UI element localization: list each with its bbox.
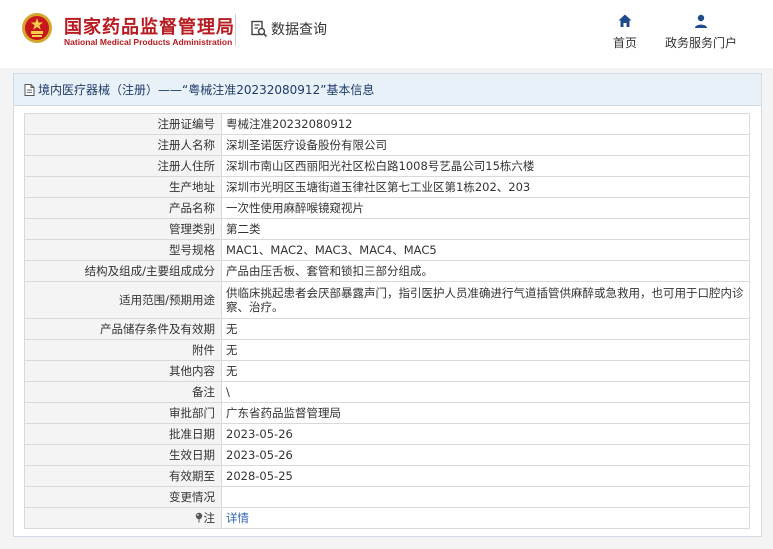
field-label: 结构及组成/主要组成成分 <box>24 260 222 282</box>
table-row: 批准日期 2023-05-26 <box>24 423 750 445</box>
table-row: 备注 \ <box>24 381 750 403</box>
field-value: \ <box>221 381 750 403</box>
table-row: 审批部门 广东省药品监督管理局 <box>24 402 750 424</box>
field-value: 无 <box>221 318 750 340</box>
field-value: 深圳市光明区玉塘街道玉律社区第七工业区第1栋202、203 <box>221 176 750 198</box>
document-search-icon <box>251 20 268 38</box>
table-row: 生产地址 深圳市光明区玉塘街道玉律社区第七工业区第1栋202、203 <box>24 176 750 198</box>
field-label: 产品储存条件及有效期 <box>24 318 222 340</box>
detail-panel: 境内医疗器械（注册）——“粤械注准20232080912”基本信息 注册证编号 … <box>13 73 762 537</box>
table-row: 型号规格 MAC1、MAC2、MAC3、MAC4、MAC5 <box>24 239 750 261</box>
nav-home[interactable]: 首页 <box>606 13 644 51</box>
note-value-cell: 详情 <box>221 507 750 529</box>
table-row: 产品名称 一次性使用麻醉喉镜窥视片 <box>24 197 750 219</box>
note-key: 注 <box>194 510 216 526</box>
table-row: 产品储存条件及有效期 无 <box>24 318 750 340</box>
field-value: 2028-05-25 <box>221 465 750 487</box>
field-label: 变更情况 <box>24 486 222 508</box>
table-row: 结构及组成/主要组成成分 产品由压舌板、套管和锁扣三部分组成。 <box>24 260 750 282</box>
table-row: 注册人住所 深圳市南山区西丽阳光社区松白路1008号艺晶公司15栋六楼 <box>24 155 750 177</box>
table-row: 管理类别 第二类 <box>24 218 750 240</box>
panel-title-bar: 境内医疗器械（注册）——“粤械注准20232080912”基本信息 <box>14 74 761 106</box>
field-value: 一次性使用麻醉喉镜窥视片 <box>221 197 750 219</box>
info-table: 注册证编号 粤械注准20232080912 注册人名称 深圳圣诺医疗设备股份有限… <box>24 113 750 529</box>
field-label: 审批部门 <box>24 402 222 424</box>
field-label: 批准日期 <box>24 423 222 445</box>
field-label: 备注 <box>24 381 222 403</box>
field-value: 无 <box>221 360 750 382</box>
table-row: 注册人名称 深圳圣诺医疗设备股份有限公司 <box>24 134 750 156</box>
document-icon <box>24 83 35 96</box>
national-emblem-icon[interactable] <box>21 12 53 44</box>
field-label: 适用范围/预期用途 <box>24 281 222 319</box>
field-value: 2023-05-26 <box>221 444 750 466</box>
table-row: 附件 无 <box>24 339 750 361</box>
table-row: 其他内容 无 <box>24 360 750 382</box>
field-label: 注册人住所 <box>24 155 222 177</box>
table-row: 生效日期 2023-05-26 <box>24 444 750 466</box>
field-value: 深圳圣诺医疗设备股份有限公司 <box>221 134 750 156</box>
table-row: 有效期至 2028-05-25 <box>24 465 750 487</box>
field-label: 管理类别 <box>24 218 222 240</box>
pin-icon <box>195 513 202 523</box>
table-row: 注册证编号 粤械注准20232080912 <box>24 113 750 135</box>
field-label: 型号规格 <box>24 239 222 261</box>
field-label: 注册人名称 <box>24 134 222 156</box>
nav-service-portal[interactable]: 政务服务门户 <box>658 13 744 51</box>
field-value: 第二类 <box>221 218 750 240</box>
field-label: 生效日期 <box>24 444 222 466</box>
field-value: 供临床挑起患者会厌部暴露声门，指引医护人员准确进行气道插管供麻醉或急救用，也可用… <box>221 281 750 319</box>
table-row: 变更情况 <box>24 486 750 508</box>
field-value: 无 <box>221 339 750 361</box>
field-value: 产品由压舌板、套管和锁扣三部分组成。 <box>221 260 750 282</box>
field-label: 生产地址 <box>24 176 222 198</box>
details-link[interactable]: 详情 <box>226 511 249 525</box>
data-query-label: 数据查询 <box>271 22 327 38</box>
field-value: 2023-05-26 <box>221 423 750 445</box>
field-label: 附件 <box>24 339 222 361</box>
panel-title: 境内医疗器械（注册）——“粤械注准20232080912”基本信息 <box>38 83 375 97</box>
site-header: 国家药品监督管理局 National Medical Products Admi… <box>0 0 773 68</box>
field-label: 有效期至 <box>24 465 222 487</box>
site-title[interactable]: 国家药品监督管理局 <box>64 13 235 39</box>
header-divider <box>235 14 236 46</box>
field-value <box>221 486 750 508</box>
table-row-note: 注 详情 <box>24 507 750 529</box>
home-icon <box>618 14 632 27</box>
note-label: 注 <box>203 510 216 525</box>
user-icon <box>695 14 707 28</box>
field-label: 其他内容 <box>24 360 222 382</box>
field-value: 广东省药品监督管理局 <box>221 402 750 424</box>
table-row: 适用范围/预期用途 供临床挑起患者会厌部暴露声门，指引医护人员准确进行气道插管供… <box>24 281 750 319</box>
note-label-cell: 注 <box>24 507 222 529</box>
field-label: 注册证编号 <box>24 113 222 135</box>
field-label: 产品名称 <box>24 197 222 219</box>
field-value: 深圳市南山区西丽阳光社区松白路1008号艺晶公司15栋六楼 <box>221 155 750 177</box>
field-value: 粤械注准20232080912 <box>221 113 750 135</box>
field-value: MAC1、MAC2、MAC3、MAC4、MAC5 <box>221 239 750 261</box>
nav-home-label: 首页 <box>612 36 637 50</box>
nav-service-portal-label: 政务服务门户 <box>664 36 737 50</box>
site-subtitle: National Medical Products Administration <box>64 37 233 47</box>
data-query-link[interactable]: 数据查询 <box>250 18 327 40</box>
